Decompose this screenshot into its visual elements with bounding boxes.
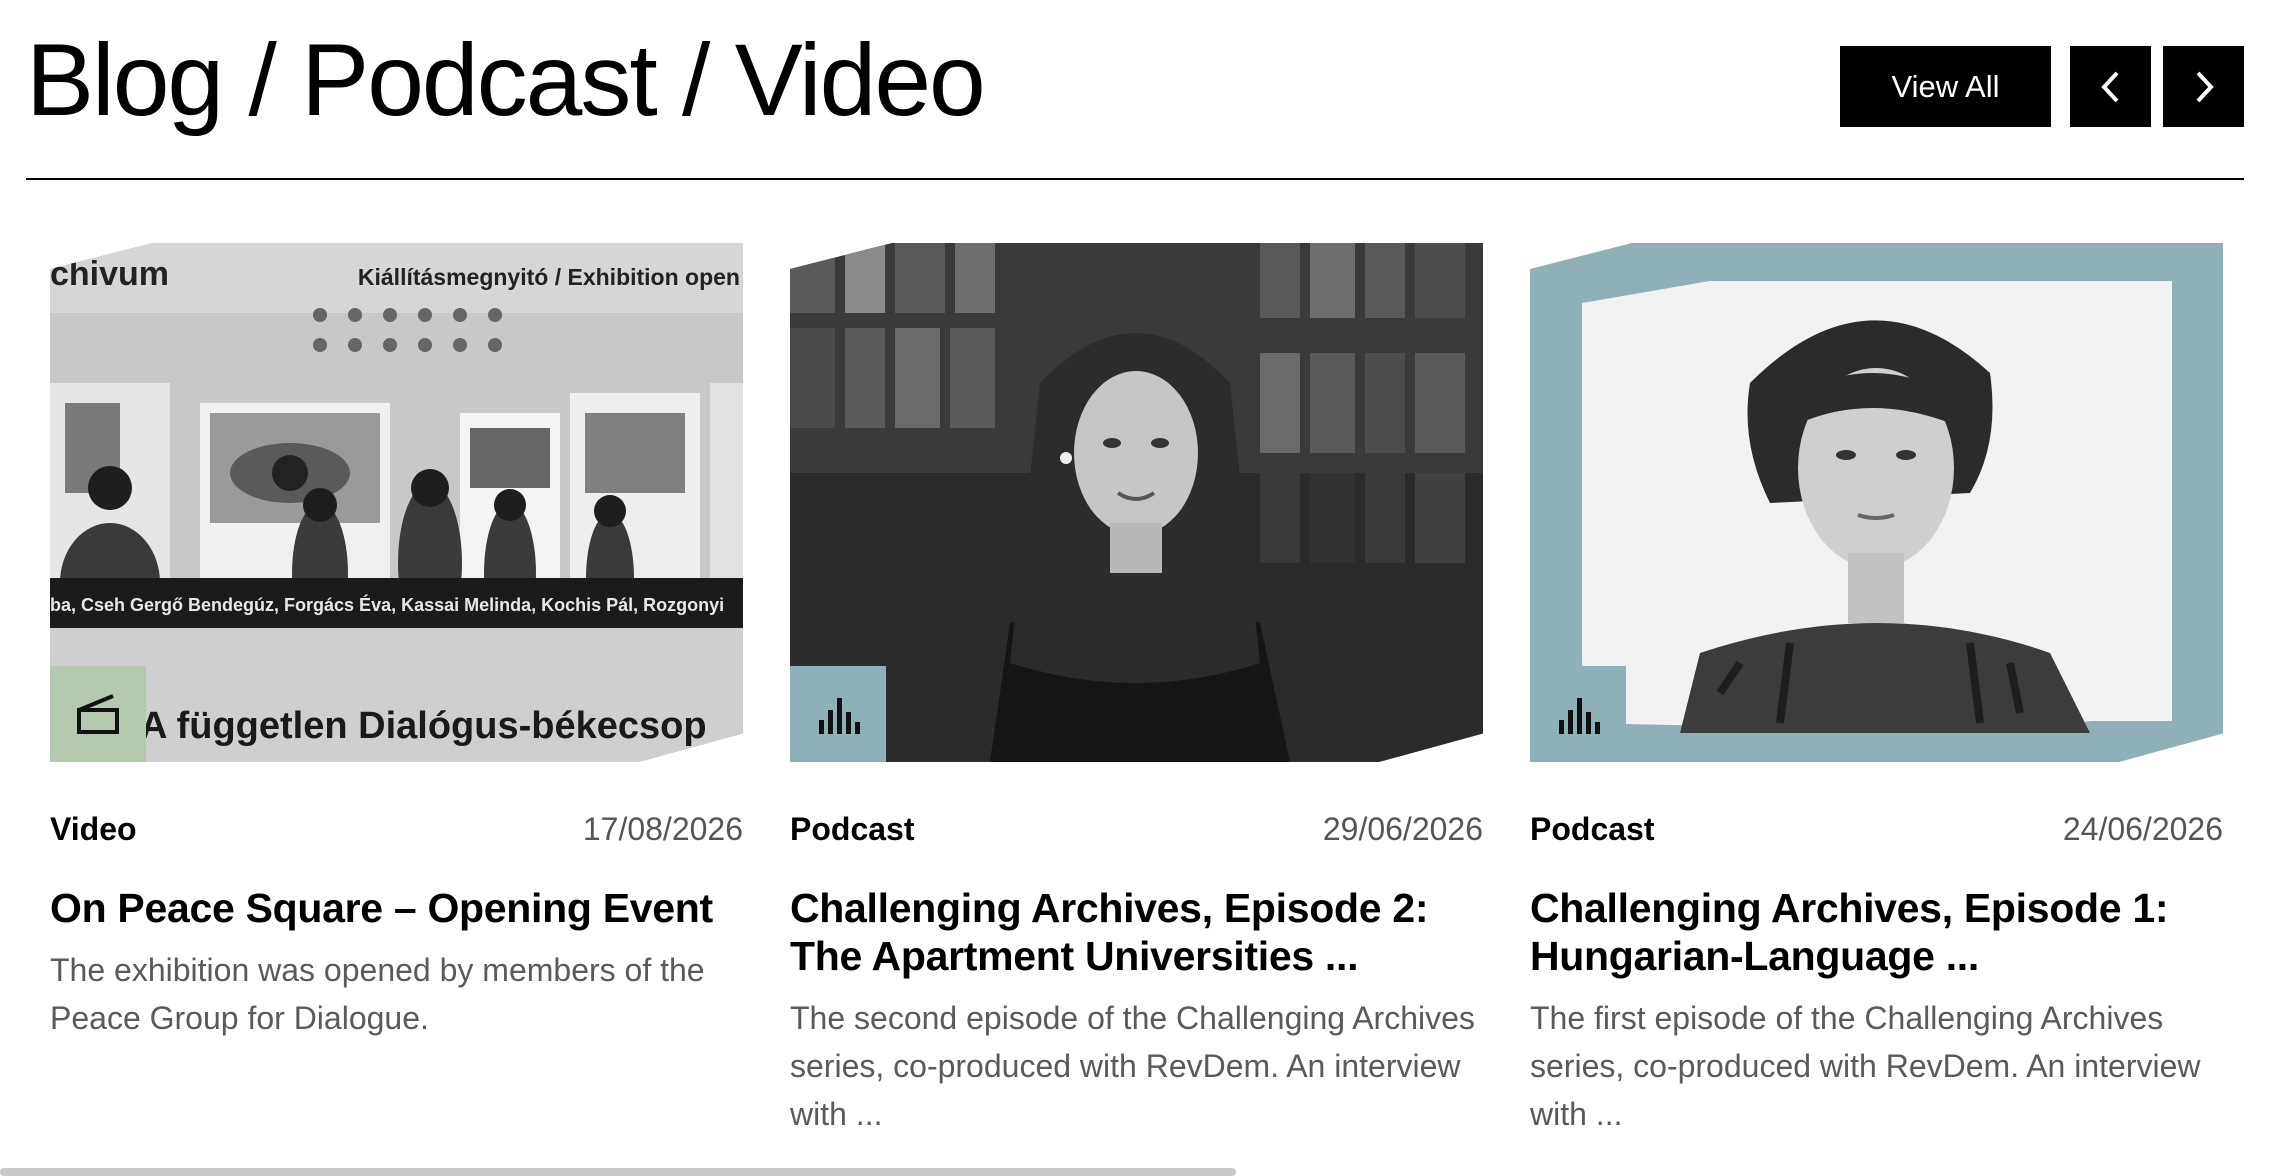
card-type: Podcast [790, 811, 915, 847]
podcast-guest-photo [1530, 243, 2223, 762]
card-title[interactable]: On Peace Square – Opening Event [50, 884, 743, 932]
caption-text: A független Dialógus-békecsop [140, 705, 707, 747]
names-strip-text: ba, Cseh Gergő Bendegúz, Forgács Éva, Ka… [50, 594, 724, 615]
podcast-type-badge [1530, 666, 1626, 762]
card-date: 24/06/2026 [2062, 811, 2223, 847]
card-video[interactable]: chivum Kiállításmegnyitó / Exhibition op… [50, 243, 743, 1042]
next-button[interactable] [2163, 46, 2244, 127]
view-all-button[interactable]: View All [1840, 46, 2051, 127]
card-description: The first episode of the Challenging Arc… [1530, 1000, 2201, 1132]
chevron-right-icon [2196, 71, 2214, 102]
section-header: Blog / Podcast / Video View All [26, 0, 2244, 180]
card-type: Podcast [1530, 811, 1655, 847]
chevron-left-icon [2100, 71, 2118, 102]
audio-bars-icon [819, 698, 860, 734]
card-date: 17/08/2026 [582, 811, 743, 847]
card-image[interactable]: chivum Kiállításmegnyitó / Exhibition op… [50, 243, 743, 762]
section-title: Blog / Podcast / Video [26, 23, 986, 137]
card-meta: Podcast 24/06/2026 [1530, 809, 2223, 849]
card-type: Video [50, 811, 137, 847]
card-date: 29/06/2026 [1322, 811, 1483, 847]
exhibition-photo: chivum Kiállításmegnyitó / Exhibition op… [50, 243, 743, 762]
audio-bars-icon [1559, 698, 1600, 734]
card-description: The second episode of the Challenging Ar… [790, 1000, 1475, 1132]
horizontal-scrollbar[interactable] [0, 1168, 1236, 1176]
video-type-badge [50, 666, 146, 762]
banner-right-text: Kiállításmegnyitó / Exhibition open [358, 264, 740, 290]
card-image[interactable] [1530, 243, 2223, 762]
podcast-type-badge [790, 666, 886, 762]
film-icon [77, 694, 119, 734]
card-podcast[interactable]: Podcast 29/06/2026 Challenging Archives,… [790, 243, 1483, 1138]
card-title[interactable]: Challenging Archives, Episode 2: The Apa… [790, 884, 1483, 980]
card-meta: Podcast 29/06/2026 [790, 809, 1483, 849]
card-description: The exhibition was opened by members of … [50, 952, 705, 1036]
card-podcast[interactable]: Podcast 24/06/2026 Challenging Archives,… [1530, 243, 2223, 1138]
podcast-guest-photo [790, 243, 1483, 762]
banner-left-text: chivum [50, 255, 169, 293]
card-title[interactable]: Challenging Archives, Episode 1: Hungari… [1530, 884, 2223, 980]
card-image[interactable] [790, 243, 1483, 762]
card-meta: Video 17/08/2026 [50, 809, 743, 849]
previous-button[interactable] [2070, 46, 2151, 127]
